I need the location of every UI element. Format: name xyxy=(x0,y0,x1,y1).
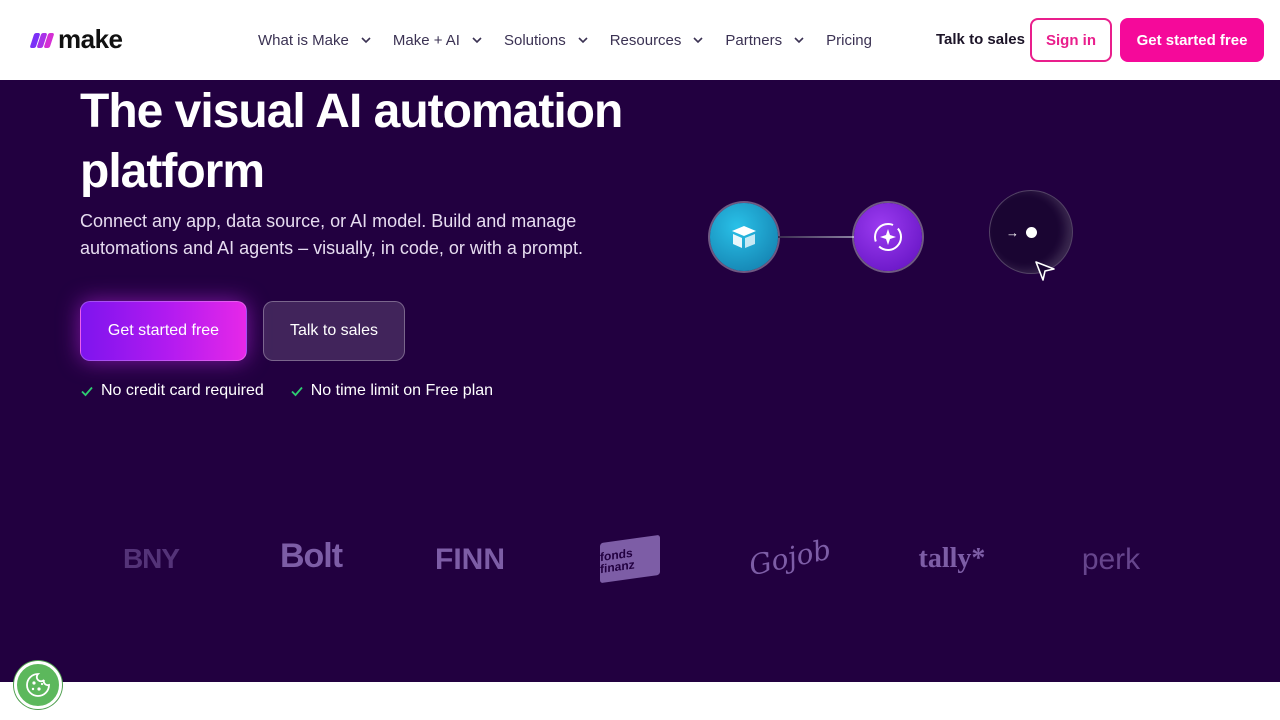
chevron-down-icon xyxy=(472,37,482,44)
hero-section: The visual AI automation platform Connec… xyxy=(0,80,1280,682)
chevron-down-icon xyxy=(693,37,703,44)
checkmark-icon xyxy=(291,386,303,397)
nav-label: Make + AI xyxy=(392,31,460,49)
check-item: No time limit on Free plan xyxy=(290,382,493,400)
site-header: make What is Make Make + AI Solutions Re… xyxy=(0,0,1280,80)
logo-tally: tally* xyxy=(918,543,986,574)
nav-make-ai[interactable]: Make + AI xyxy=(393,32,484,49)
chevron-down-icon xyxy=(578,37,588,44)
chevron-down-icon xyxy=(361,37,371,44)
logo-gojob: Gojob xyxy=(746,532,834,583)
nav-label: Solutions xyxy=(503,31,566,49)
logo-finn: FINN xyxy=(435,543,505,576)
nav-label: Resources xyxy=(609,31,682,49)
cursor-icon xyxy=(1035,261,1055,281)
check-item: No credit card required xyxy=(80,382,264,400)
main-nav: What is Make Make + AI Solutions Resourc… xyxy=(258,0,872,80)
ai-node xyxy=(854,203,922,271)
talk-to-sales-link[interactable]: Talk to sales xyxy=(936,31,1025,48)
sign-in-button[interactable]: Sign in xyxy=(1030,18,1112,62)
make-logo-mark-icon xyxy=(29,32,55,48)
arrow-right-icon: → xyxy=(1006,225,1019,240)
check-label: No credit card required xyxy=(101,382,264,399)
logo-bolt: Bolt xyxy=(279,537,343,575)
make-logo[interactable]: make xyxy=(29,24,123,55)
nav-solutions[interactable]: Solutions xyxy=(504,32,590,49)
logo-bny: BNY xyxy=(122,543,180,574)
logo-fonds-finanz: fonds finanz xyxy=(600,534,660,584)
airtable-node xyxy=(710,203,778,271)
nav-label: Pricing xyxy=(826,31,872,49)
headline-line-1: The visual AI automation xyxy=(80,85,623,138)
dot-icon xyxy=(1026,227,1037,238)
get-started-header-button[interactable]: Get started free xyxy=(1120,18,1264,62)
feature-checks: No credit card required No time limit on… xyxy=(80,382,519,400)
get-started-free-button[interactable]: Get started free xyxy=(80,301,247,361)
customer-logos: BNY Bolt FINN fonds finanz Gojob tally* … xyxy=(0,532,1280,595)
talk-to-sales-button[interactable]: Talk to sales xyxy=(263,301,405,361)
nav-partners[interactable]: Partners xyxy=(725,32,806,49)
hero-subtext: Connect any app, data source, or AI mode… xyxy=(80,211,583,258)
nav-pricing[interactable]: Pricing xyxy=(826,32,872,49)
cookie-icon xyxy=(26,673,50,697)
chevron-down-icon xyxy=(794,37,804,44)
airtable-icon xyxy=(732,226,756,248)
nav-label: Partners xyxy=(725,31,783,49)
flow-connector xyxy=(778,236,854,238)
nav-resources[interactable]: Resources xyxy=(610,32,706,49)
nav-what-is-make[interactable]: What is Make xyxy=(258,32,373,49)
logo-text: make xyxy=(58,24,123,54)
cookie-settings-button[interactable] xyxy=(14,661,62,709)
nav-label: What is Make xyxy=(258,31,349,49)
logo-perk: perk xyxy=(1081,543,1141,576)
check-label: No time limit on Free plan xyxy=(310,382,494,399)
headline-line-2: platform xyxy=(80,145,265,198)
hero-headline: The visual AI automation platform xyxy=(80,82,700,202)
ai-sparkle-icon xyxy=(874,223,902,251)
checkmark-icon xyxy=(81,386,93,397)
